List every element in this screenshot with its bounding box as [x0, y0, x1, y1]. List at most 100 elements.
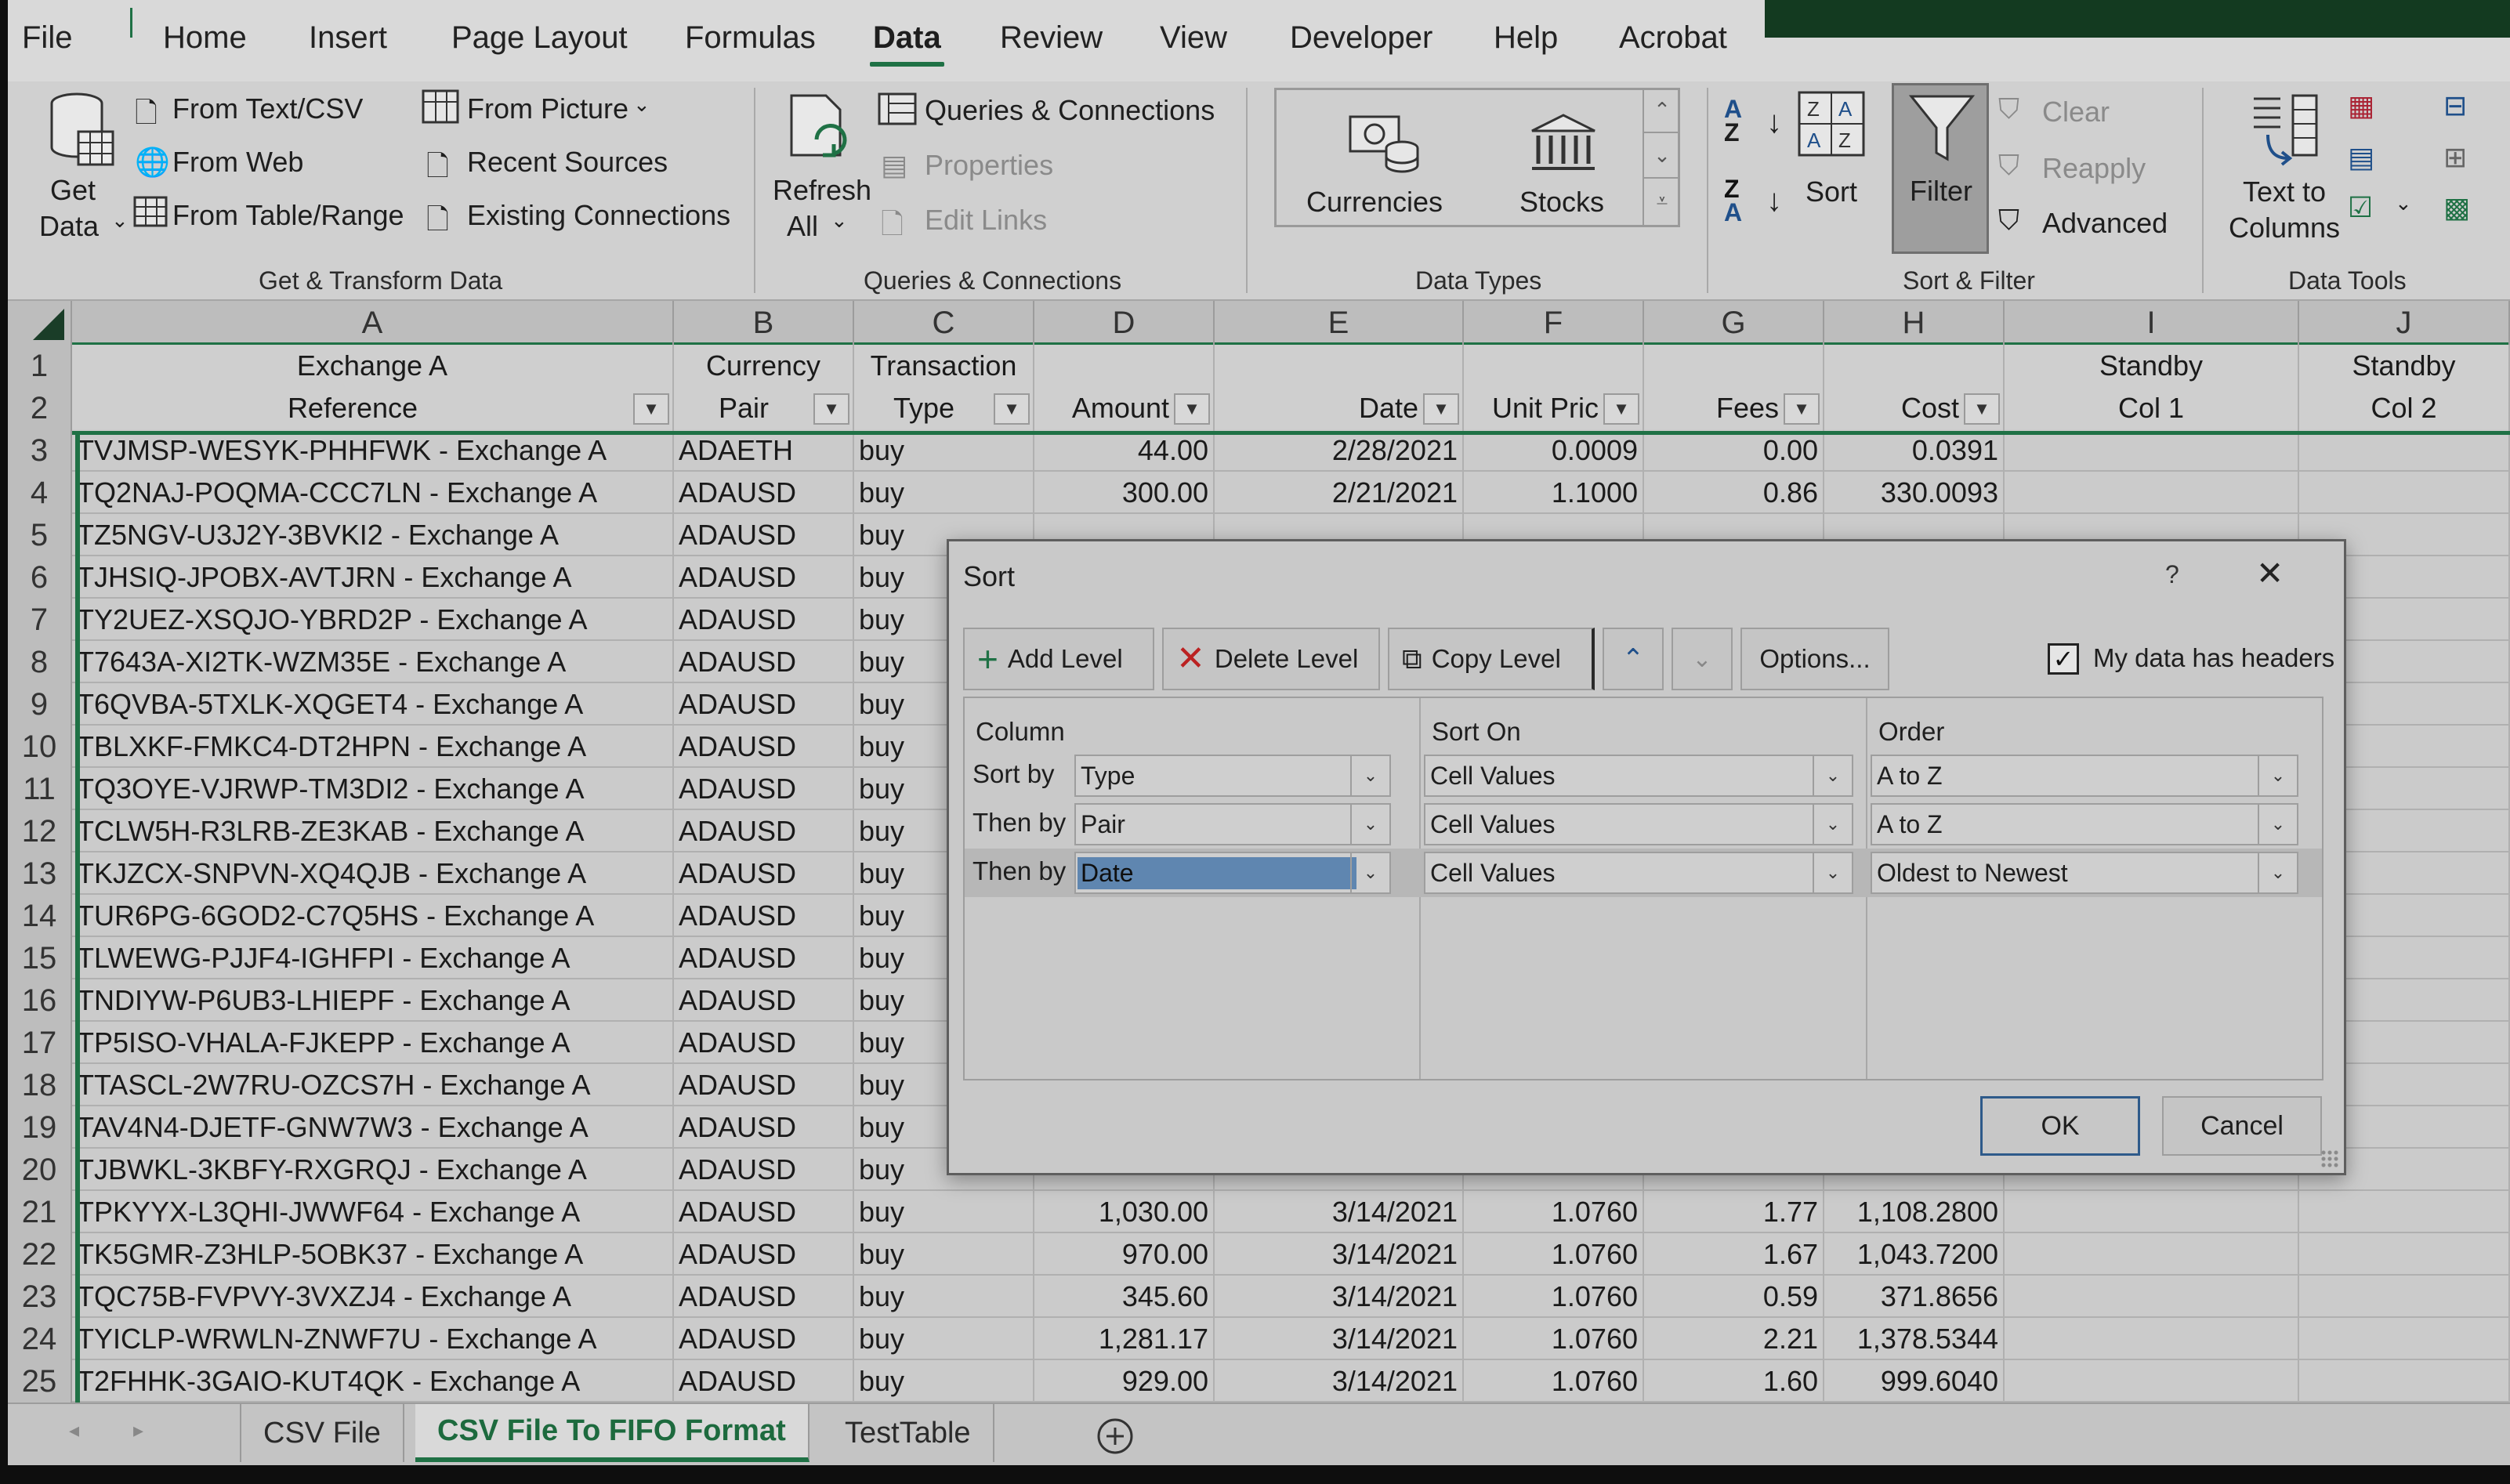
cell-a[interactable]: TLWEWG-PJJF4-IGHFPI - Exchange A [72, 937, 674, 979]
column-header-a[interactable]: A [72, 301, 674, 345]
cell-a[interactable]: TK5GMR-Z3HLP-5OBK37 - Exchange A [72, 1233, 674, 1276]
row-number[interactable]: 6 [8, 556, 72, 599]
tab-view[interactable]: View [1160, 20, 1227, 56]
scroll-right-icon[interactable]: ▸ [133, 1418, 143, 1442]
cell-g[interactable]: 2.21 [1644, 1318, 1824, 1360]
row-number[interactable]: 4 [8, 472, 72, 514]
row-number[interactable]: 25 [8, 1360, 72, 1403]
cell-j[interactable]: Col 2 [2299, 387, 2510, 429]
edit-links-button[interactable]: Edit Links [925, 204, 1047, 237]
cell-j[interactable] [2299, 472, 2510, 514]
cell-b[interactable]: ADAUSD [674, 514, 854, 556]
cell-g[interactable]: 0.59 [1644, 1276, 1824, 1318]
cell-i[interactable] [2005, 1360, 2299, 1403]
cell-h[interactable]: 1,108.2800 [1824, 1191, 2005, 1233]
cell-d[interactable]: 1,030.00 [1034, 1191, 1215, 1233]
cell-e[interactable]: Date ▼ [1215, 387, 1464, 429]
cell-b[interactable]: ADAUSD [674, 599, 854, 641]
column-header-e[interactable]: E [1215, 301, 1464, 345]
chevron-down-icon[interactable]: ⌄ [2258, 853, 2297, 892]
cell-d[interactable]: 1,281.17 [1034, 1318, 1215, 1360]
cell-i[interactable] [2005, 1233, 2299, 1276]
cell-f[interactable]: 1.1000 [1464, 472, 1644, 514]
row-number[interactable]: 24 [8, 1318, 72, 1360]
cell-a[interactable]: TVJMSP-WESYK-PHHFWK - Exchange A [72, 429, 674, 472]
cell-b[interactable]: ADAUSD [674, 1191, 854, 1233]
row-number[interactable]: 23 [8, 1276, 72, 1318]
cell-e[interactable]: 3/14/2021 [1215, 1360, 1464, 1403]
cell-a[interactable]: TQ3OYE-VJRWP-TM3DI2 - Exchange A [72, 768, 674, 810]
cell-b[interactable]: ADAUSD [674, 852, 854, 895]
row-number[interactable]: 20 [8, 1149, 72, 1191]
row-number[interactable]: 7 [8, 599, 72, 641]
chevron-down-icon[interactable]: ⌄ [1350, 805, 1389, 844]
copy-level-button[interactable]: ⧉ Copy Level [1388, 628, 1595, 690]
chevron-down-icon[interactable]: ⌄ [1350, 853, 1389, 892]
refresh-all-button[interactable]: Refresh All ⌄ [765, 88, 871, 252]
row-number[interactable]: 11 [8, 768, 72, 810]
sort-on-select[interactable]: Cell Values ⌄ [1424, 803, 1853, 845]
flash-fill-icon[interactable]: ▦ [2348, 89, 2374, 122]
column-header-j[interactable]: J [2299, 301, 2510, 345]
column-header-d[interactable]: D [1034, 301, 1215, 345]
cell-a[interactable]: Reference ▼ [72, 387, 674, 429]
cell-g[interactable]: 1.60 [1644, 1360, 1824, 1403]
cell-g[interactable]: 1.67 [1644, 1233, 1824, 1276]
cell-a[interactable]: TUR6PG-6GOD2-C7Q5HS - Exchange A [72, 895, 674, 937]
cell-c[interactable]: buy [854, 472, 1034, 514]
filter-dropdown-icon[interactable]: ▼ [1423, 393, 1459, 425]
cell-a[interactable]: TTASCL-2W7RU-OZCS7H - Exchange A [72, 1064, 674, 1106]
cell-b[interactable]: ADAUSD [674, 895, 854, 937]
cell-a[interactable]: TQ2NAJ-POQMA-CCC7LN - Exchange A [72, 472, 674, 514]
cell-c[interactable]: Transaction [854, 345, 1034, 387]
cell-c[interactable]: Type ▼ [854, 387, 1034, 429]
column-select[interactable]: Pair ⌄ [1074, 803, 1391, 845]
tab-formulas[interactable]: Formulas [685, 20, 816, 56]
more-icon[interactable]: ⩡ [1644, 179, 1680, 224]
options-button[interactable]: Options... [1740, 628, 1889, 690]
cell-h[interactable]: 0.0391 [1824, 429, 2005, 472]
cell-a[interactable]: TAV4N4-DJETF-GNW7W3 - Exchange A [72, 1106, 674, 1149]
cell-d[interactable]: 300.00 [1034, 472, 1215, 514]
cell-a[interactable]: TBLXKF-FMKC4-DT2HPN - Exchange A [72, 726, 674, 768]
cancel-button[interactable]: Cancel [2162, 1096, 2322, 1156]
from-text-csv-button[interactable]: From Text/CSV [172, 92, 363, 125]
cell-a[interactable]: TYICLP-WRWLN-ZNWF7U - Exchange A [72, 1318, 674, 1360]
tab-home[interactable]: Home [163, 20, 247, 56]
cell-f[interactable]: Unit Pric ▼ [1464, 387, 1644, 429]
recent-sources-button[interactable]: Recent Sources [467, 146, 668, 179]
from-table-range-button[interactable]: From Table/Range [172, 199, 404, 232]
get-data-button[interactable]: Get Data ⌄ [25, 86, 132, 251]
cell-a[interactable]: TKJZCX-SNPVN-XQ4QJB - Exchange A [72, 852, 674, 895]
cell-h[interactable]: Cost ▼ [1824, 387, 2005, 429]
cell-a[interactable]: TY2UEZ-XSQJO-YBRD2P - Exchange A [72, 599, 674, 641]
sort-on-select[interactable]: Cell Values ⌄ [1424, 852, 1853, 894]
cell-d[interactable] [1034, 345, 1215, 387]
cell-b[interactable]: ADAUSD [674, 1149, 854, 1191]
help-icon[interactable]: ? [2165, 560, 2179, 589]
row-number[interactable]: 1 [8, 345, 72, 387]
cell-a[interactable]: T2FHHK-3GAIO-KUT4QK - Exchange A [72, 1360, 674, 1403]
delete-level-button[interactable]: ✕ Delete Level [1162, 628, 1380, 690]
order-select[interactable]: A to Z ⌄ [1871, 755, 2298, 797]
row-number[interactable]: 9 [8, 683, 72, 726]
cell-b[interactable]: ADAETH [674, 429, 854, 472]
cell-a[interactable]: TQC75B-FVPVY-3VXZJ4 - Exchange A [72, 1276, 674, 1318]
cell-j[interactable] [2299, 1360, 2510, 1403]
data-model-icon[interactable]: ▩ [2443, 191, 2470, 224]
row-number[interactable]: 18 [8, 1064, 72, 1106]
existing-connections-button[interactable]: Existing Connections [467, 199, 730, 232]
sort-on-select[interactable]: Cell Values ⌄ [1424, 755, 1853, 797]
row-number[interactable]: 13 [8, 852, 72, 895]
cell-a[interactable]: TP5ISO-VHALA-FJKEPP - Exchange A [72, 1022, 674, 1064]
sort-level-row[interactable]: Then by Date ⌄ Cell Values ⌄ Oldest to Newest… [965, 849, 2322, 897]
filter-dropdown-icon[interactable]: ▼ [813, 393, 849, 425]
cell-j[interactable] [2299, 1318, 2510, 1360]
sheet-tab-csv-file[interactable]: CSV File [240, 1404, 404, 1462]
cell-b[interactable]: ADAUSD [674, 726, 854, 768]
cell-e[interactable]: 3/14/2021 [1215, 1318, 1464, 1360]
column-select[interactable]: Type ⌄ [1074, 755, 1391, 797]
cell-c[interactable]: buy [854, 1191, 1034, 1233]
cell-e[interactable]: 3/14/2021 [1215, 1191, 1464, 1233]
cell-i[interactable]: Standby [2005, 345, 2299, 387]
